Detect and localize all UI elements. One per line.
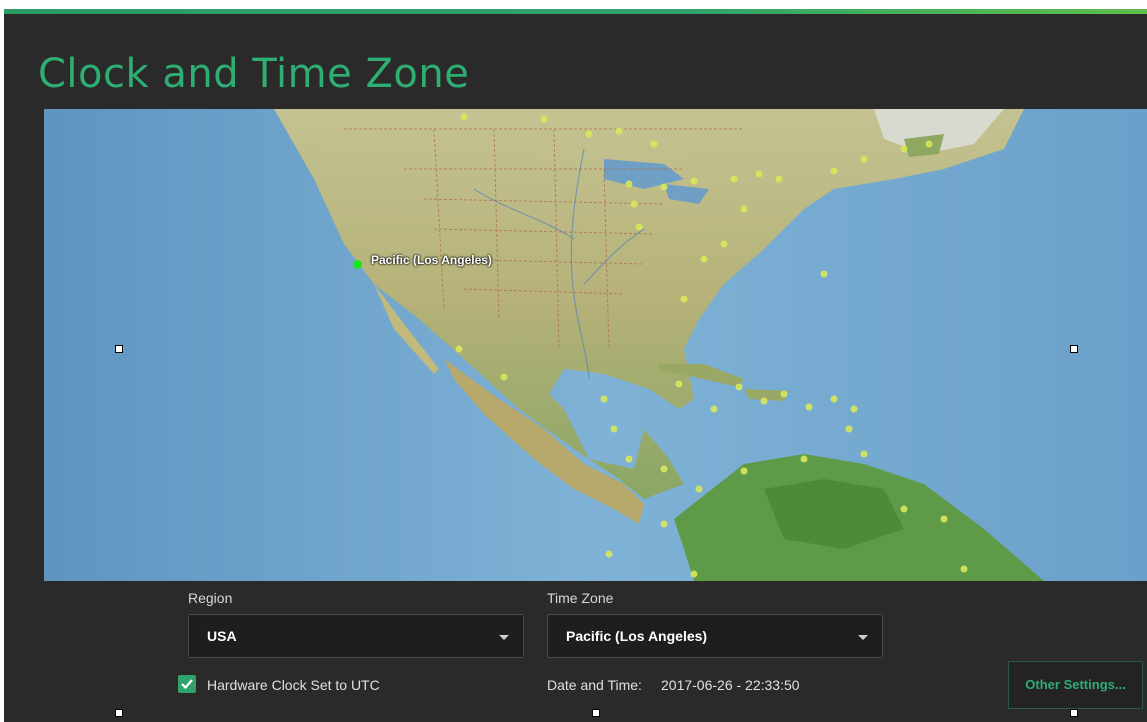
selected-city-label: Pacific (Los Angeles) xyxy=(371,253,492,267)
chevron-down-icon xyxy=(499,635,509,640)
world-map-graphic xyxy=(44,109,1147,581)
hardware-clock-label[interactable]: Hardware Clock Set to UTC xyxy=(207,677,380,693)
check-icon xyxy=(181,679,193,690)
resize-handle[interactable] xyxy=(592,709,600,717)
resize-handle[interactable] xyxy=(1070,709,1078,717)
resize-handle[interactable] xyxy=(1070,345,1078,353)
other-settings-button[interactable]: Other Settings... xyxy=(1008,661,1143,709)
resize-handle[interactable] xyxy=(115,709,123,717)
datetime-label: Date and Time: xyxy=(547,677,642,693)
region-dropdown[interactable]: USA xyxy=(188,614,524,658)
page-title: Clock and Time Zone xyxy=(38,51,470,97)
yast-window: Clock and Time Zone Pacific (Los Angeles… xyxy=(4,9,1147,722)
timezone-map[interactable]: Pacific (Los Angeles) xyxy=(44,109,1147,581)
datetime-value: 2017-06-26 - 22:33:50 xyxy=(661,677,800,693)
chevron-down-icon xyxy=(858,635,868,640)
timezone-dropdown[interactable]: Pacific (Los Angeles) xyxy=(547,614,883,658)
accent-bar xyxy=(4,9,1147,14)
region-label: Region xyxy=(188,590,233,606)
timezone-label: Time Zone xyxy=(547,590,614,606)
region-value: USA xyxy=(207,628,237,644)
selected-city-marker[interactable] xyxy=(353,260,362,269)
timezone-value: Pacific (Los Angeles) xyxy=(566,628,708,644)
resize-handle[interactable] xyxy=(115,345,123,353)
hardware-clock-checkbox[interactable] xyxy=(178,675,196,693)
